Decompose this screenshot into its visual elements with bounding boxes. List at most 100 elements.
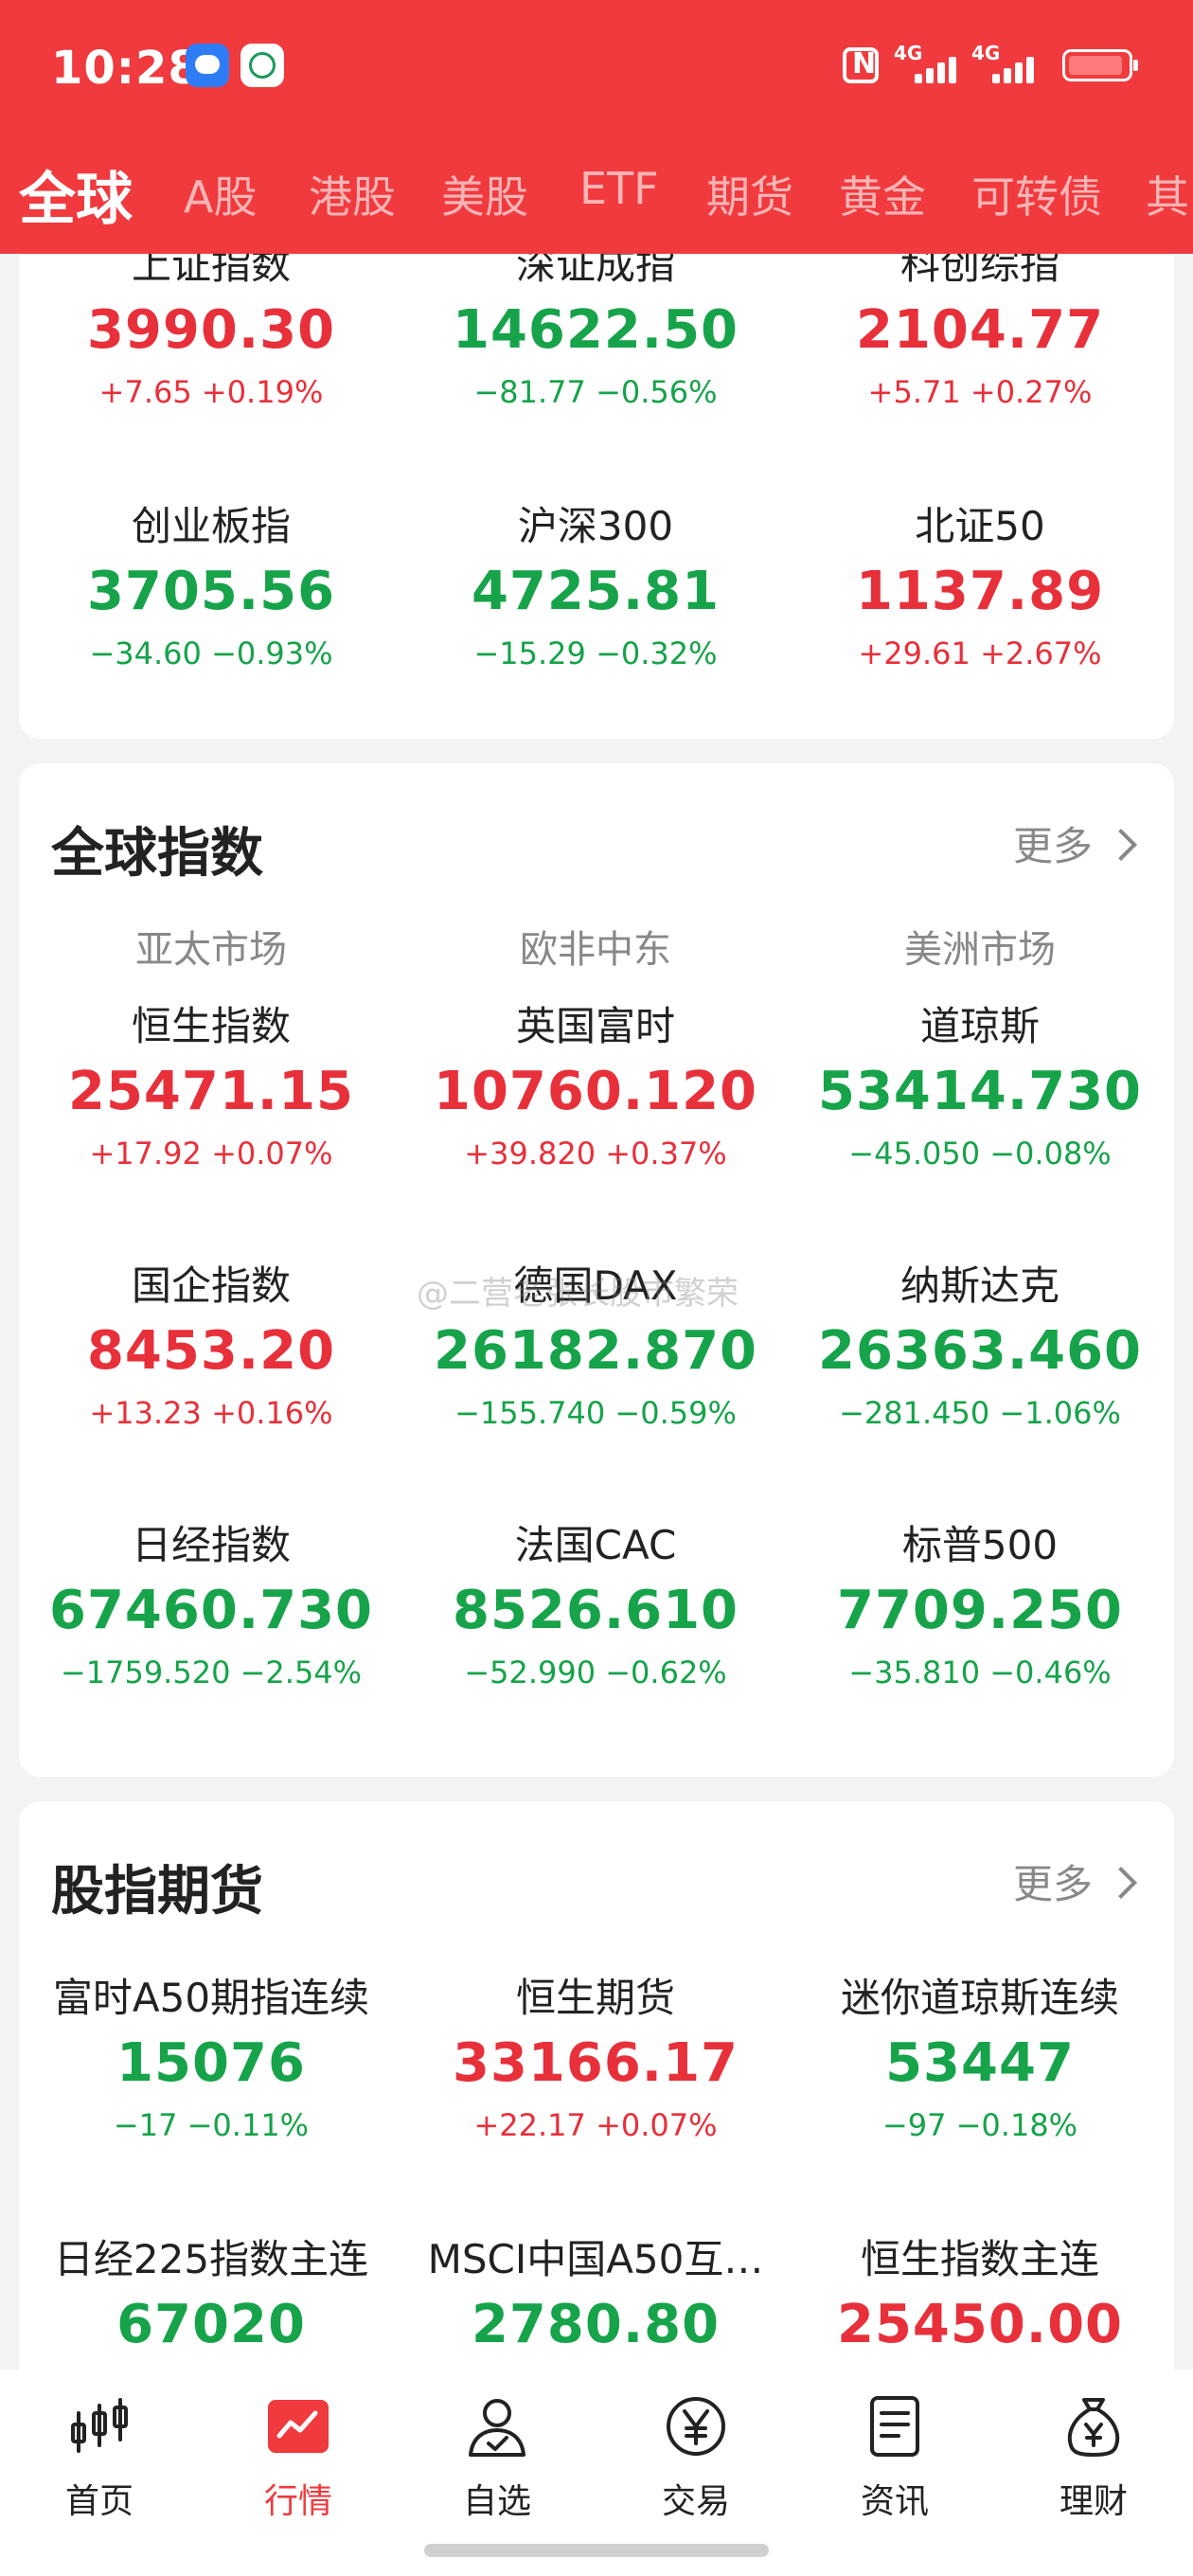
index-cell[interactable]: 创业板指 3705.56 −34.60 −0.93% bbox=[19, 500, 403, 676]
index-change: +13.23 +0.16% bbox=[89, 1395, 333, 1431]
tab-gold[interactable]: 黄金 bbox=[839, 163, 926, 225]
market-trend-icon bbox=[264, 2392, 332, 2460]
index-change: +17.92 +0.07% bbox=[89, 1136, 333, 1172]
nav-news[interactable]: 资讯 bbox=[795, 2392, 994, 2523]
tab-convertible-bonds[interactable]: 可转债 bbox=[971, 163, 1102, 225]
index-price: 53414.730 bbox=[818, 1061, 1142, 1122]
candlestick-icon bbox=[65, 2392, 134, 2460]
index-change: −52.990 −0.62% bbox=[464, 1655, 727, 1690]
index-cell[interactable]: 英国富时 10760.120 +39.820 +0.37% bbox=[403, 1000, 788, 1176]
futures-section-title: 股指期货 bbox=[51, 1861, 263, 1923]
bank-app-icon bbox=[240, 44, 284, 87]
tab-hk-stocks[interactable]: 港股 bbox=[309, 163, 396, 225]
futures-cell[interactable]: MSCI中国A50互… 2780.80 bbox=[403, 2233, 788, 2364]
index-change: −45.050 −0.08% bbox=[848, 1136, 1112, 1172]
index-price: 10760.120 bbox=[434, 1061, 757, 1122]
futures-cell[interactable]: 恒生期货 33166.17 +22.17 +0.07% bbox=[403, 1972, 788, 2148]
futures-cell[interactable]: 日经225指数主连 67020 bbox=[19, 2233, 403, 2364]
index-cell[interactable]: 沪深300 4725.81 −15.29 −0.32% bbox=[403, 500, 788, 676]
index-price: 14622.50 bbox=[452, 299, 739, 361]
tab-us-stocks[interactable]: 美股 bbox=[441, 163, 528, 225]
futures-cell[interactable]: 迷你道琼斯连续 53447 −97 −0.18% bbox=[788, 1972, 1172, 2148]
index-cell[interactable]: 深证成指 14622.50 −81.77 −0.56% bbox=[403, 239, 788, 415]
index-price: 26363.460 bbox=[818, 1320, 1142, 1382]
futures-name: 富时A50期指连续 bbox=[52, 1975, 370, 2021]
index-change: +39.820 +0.37% bbox=[464, 1136, 727, 1172]
index-change: −81.77 −0.56% bbox=[473, 374, 718, 410]
index-change: −155.740 −0.59% bbox=[454, 1395, 737, 1431]
index-cell[interactable]: 国企指数 8453.20 +13.23 +0.16% bbox=[19, 1260, 403, 1436]
home-indicator[interactable] bbox=[424, 2544, 769, 2557]
index-change: −35.810 −0.46% bbox=[848, 1655, 1112, 1690]
futures-price: 25450.00 bbox=[836, 2294, 1124, 2355]
nav-home[interactable]: 首页 bbox=[0, 2392, 199, 2523]
global-more-link[interactable]: 更多 bbox=[1013, 814, 1137, 872]
index-change: +5.71 +0.27% bbox=[867, 374, 1093, 410]
index-change: −281.450 −1.06% bbox=[839, 1395, 1121, 1431]
index-price: 4725.81 bbox=[471, 561, 721, 622]
nav-wealth[interactable]: 理财 bbox=[994, 2392, 1193, 2523]
futures-cell[interactable]: 恒生指数主连 25450.00 bbox=[788, 2233, 1172, 2364]
index-change: −15.29 −0.32% bbox=[473, 635, 718, 671]
nav-label: 行情 bbox=[263, 2482, 332, 2521]
chevron-right-icon bbox=[1105, 1867, 1137, 1899]
index-name: 创业板指 bbox=[131, 503, 291, 549]
index-futures-card: 股指期货 更多 富时A50期指连续 15076 −17 −0.11% 恒生期货 … bbox=[19, 1801, 1174, 2407]
index-price: 25471.15 bbox=[67, 1061, 355, 1122]
index-change: −34.60 −0.93% bbox=[89, 635, 333, 671]
chevron-right-icon bbox=[1105, 829, 1137, 861]
global-section-title: 全球指数 bbox=[51, 823, 263, 885]
futures-price: 53447 bbox=[885, 2032, 1075, 2094]
domestic-indices-card: 上证指数 3990.30 +7.65 +0.19% 深证成指 14622.50 … bbox=[19, 189, 1174, 739]
futures-change: −97 −0.18% bbox=[881, 2107, 1078, 2143]
signal-icon-1: 4G bbox=[894, 42, 960, 87]
index-cell[interactable]: 科创综指 2104.77 +5.71 +0.27% bbox=[788, 239, 1172, 415]
nav-watchlist[interactable]: 自选 bbox=[398, 2392, 596, 2523]
futures-name: 迷你道琼斯连续 bbox=[840, 1975, 1119, 2021]
futures-price: 15076 bbox=[116, 2032, 306, 2094]
money-bag-icon bbox=[1059, 2392, 1128, 2460]
futures-name: MSCI中国A50互… bbox=[427, 2236, 764, 2282]
header: 10:28 4G 4G 全球 A股 港股 美股 ETF 期货 黄金 可转债 其 bbox=[0, 0, 1193, 254]
index-cell[interactable]: 法国CAC 8526.610 −52.990 −0.62% bbox=[403, 1519, 788, 1695]
index-cell[interactable]: 纳斯达克 26363.460 −281.450 −1.06% bbox=[788, 1260, 1172, 1436]
index-cell[interactable]: 北证50 1137.89 +29.61 +2.67% bbox=[788, 500, 1172, 676]
futures-more-link[interactable]: 更多 bbox=[1012, 1852, 1137, 1910]
nav-market[interactable]: 行情 bbox=[199, 2392, 398, 2523]
index-price: 3990.30 bbox=[86, 299, 336, 361]
futures-price: 2780.80 bbox=[471, 2294, 721, 2355]
futures-price: 33166.17 bbox=[452, 2032, 739, 2094]
index-cell[interactable]: 标普500 7709.250 −35.810 −0.46% bbox=[788, 1519, 1172, 1695]
futures-name: 恒生指数主连 bbox=[860, 2236, 1099, 2282]
futures-change: −17 −0.11% bbox=[113, 2107, 310, 2143]
index-name: 北证50 bbox=[915, 503, 1045, 549]
more-label: 更多 bbox=[1012, 1861, 1093, 1907]
index-price: 2104.77 bbox=[855, 299, 1105, 361]
index-name: 法国CAC bbox=[514, 1522, 677, 1568]
index-cell[interactable]: 恒生指数 25471.15 +17.92 +0.07% bbox=[19, 1000, 403, 1176]
region-label-asia-pacific: 亚太市场 bbox=[135, 928, 287, 972]
index-price: 67460.730 bbox=[49, 1580, 373, 1641]
futures-name: 恒生期货 bbox=[515, 1975, 675, 2021]
tab-etf[interactable]: ETF bbox=[579, 163, 659, 214]
index-price: 1137.89 bbox=[855, 561, 1105, 622]
region-label-emea: 欧非中东 bbox=[520, 928, 671, 972]
nav-label: 首页 bbox=[64, 2482, 134, 2521]
tab-futures[interactable]: 期货 bbox=[706, 163, 793, 225]
index-change: +7.65 +0.19% bbox=[98, 374, 324, 410]
index-cell[interactable]: 道琼斯 53414.730 −45.050 −0.08% bbox=[788, 1000, 1172, 1176]
tab-a-shares[interactable]: A股 bbox=[184, 163, 257, 225]
futures-cell[interactable]: 富时A50期指连续 15076 −17 −0.11% bbox=[19, 1972, 403, 2148]
index-cell[interactable]: 上证指数 3990.30 +7.65 +0.19% bbox=[19, 239, 403, 415]
region-label-americas: 美洲市场 bbox=[904, 928, 1056, 972]
tab-global[interactable]: 全球 bbox=[19, 153, 133, 236]
futures-name: 日经225指数主连 bbox=[53, 2236, 369, 2282]
status-time: 10:28 bbox=[51, 42, 201, 95]
watermark: @二营老张长股市繁荣 bbox=[417, 1275, 739, 1313]
tab-other[interactable]: 其 bbox=[1146, 163, 1189, 225]
nav-trade[interactable]: 交易 bbox=[596, 2392, 795, 2523]
index-name: 道琼斯 bbox=[919, 1003, 1040, 1049]
nav-label: 自选 bbox=[462, 2482, 531, 2521]
futures-change: +22.17 +0.07% bbox=[473, 2107, 718, 2143]
index-cell[interactable]: 日经指数 67460.730 −1759.520 −2.54% bbox=[19, 1519, 403, 1695]
